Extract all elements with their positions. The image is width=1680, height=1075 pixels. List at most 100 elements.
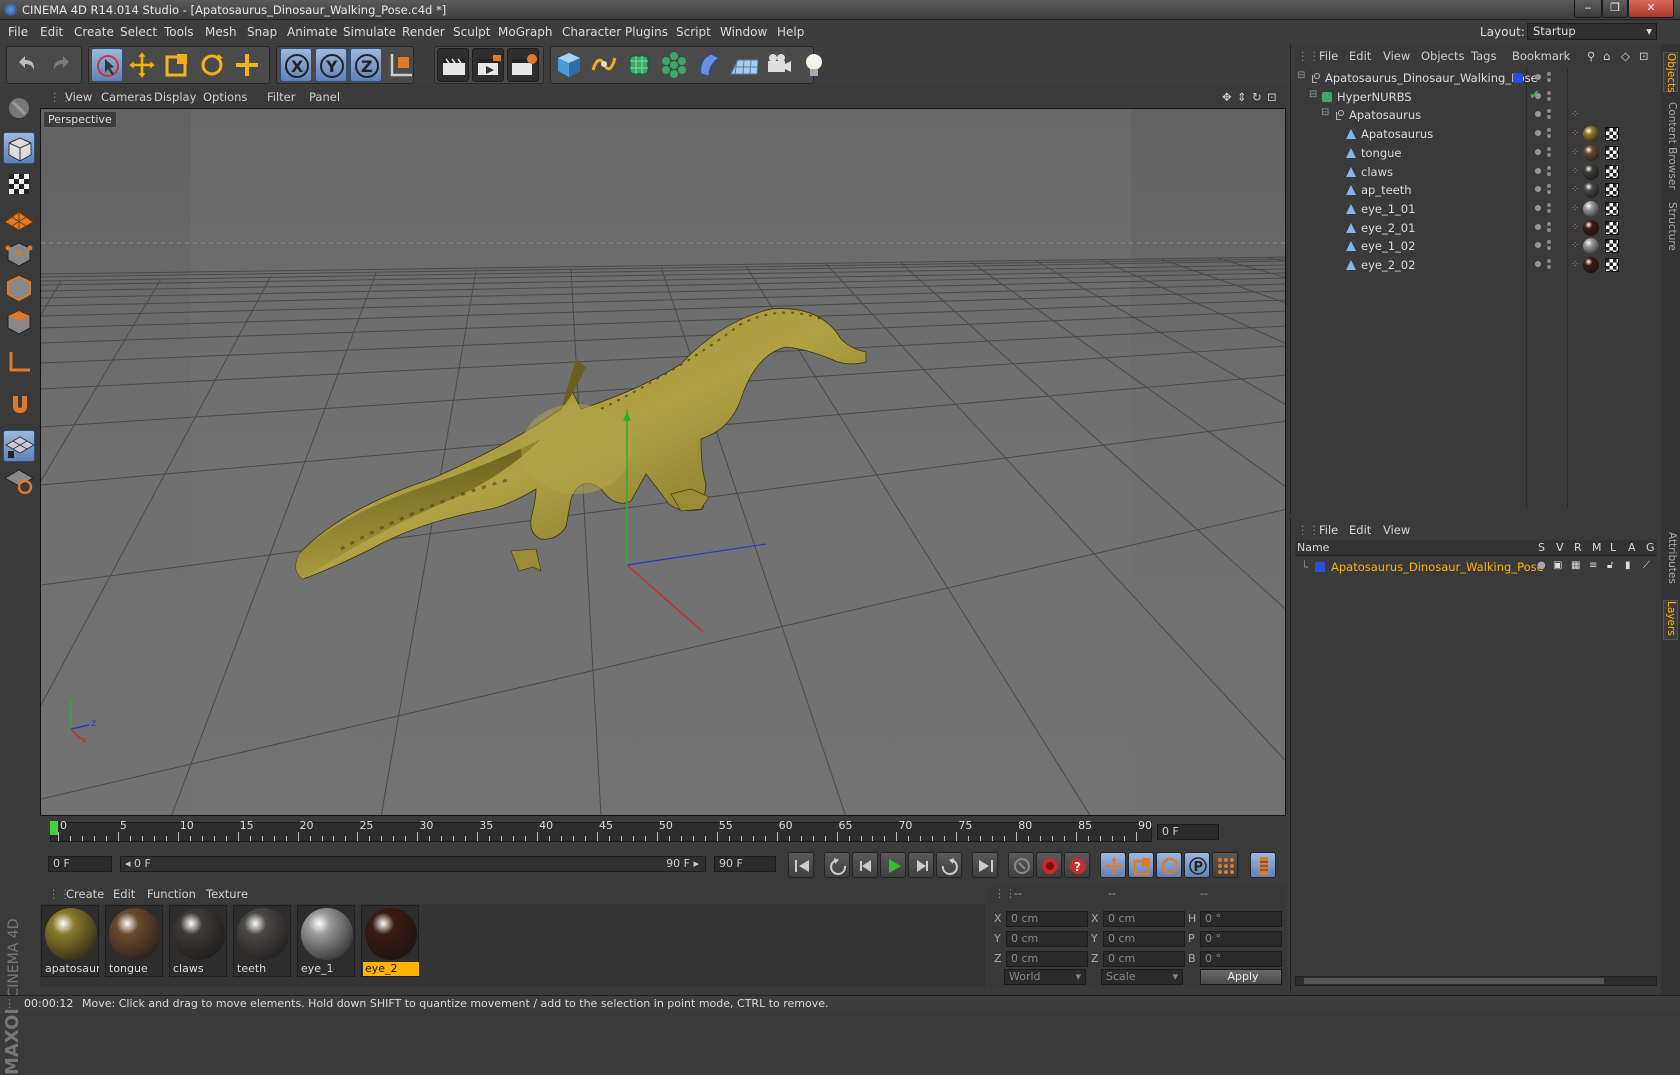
material-menu-texture[interactable]: Texture: [206, 887, 248, 901]
maximize-button[interactable]: ❐: [1602, 0, 1628, 18]
layout-dropdown[interactable]: Startup ▾: [1527, 23, 1657, 40]
phong-tag-icon[interactable]: ⁘: [1571, 166, 1579, 177]
uvw-tag-icon[interactable]: [1605, 183, 1619, 198]
key-position-icon[interactable]: [1100, 852, 1126, 878]
y-axis-icon[interactable]: Y: [315, 48, 347, 82]
om-menu-view[interactable]: View: [1383, 49, 1410, 63]
layer-manager-icon[interactable]: ≡: [1589, 560, 1597, 571]
previous-frame-icon[interactable]: [852, 852, 878, 878]
redo-icon[interactable]: [46, 48, 78, 82]
menu-edit[interactable]: Edit: [40, 25, 63, 39]
size-mode-dropdown[interactable]: Scale ▾: [1101, 969, 1183, 985]
visibility-dots-icon[interactable]: [1535, 184, 1559, 196]
object-row[interactable]: eye_1_01 ⁘: [1291, 199, 1661, 219]
move-icon[interactable]: [126, 48, 158, 82]
coord-pos-y-field[interactable]: 0 cm: [1006, 931, 1088, 947]
menu-file[interactable]: File: [8, 25, 28, 39]
coord-size-y-field[interactable]: 0 cm: [1103, 931, 1185, 947]
material-menu-edit[interactable]: Edit: [113, 887, 135, 901]
object-name[interactable]: HyperNURBS: [1337, 90, 1412, 104]
live-selection-icon[interactable]: [91, 48, 123, 82]
layer-lock-icon[interactable]: 🔓︎: [1607, 560, 1613, 571]
layer-horizontal-scrollbar[interactable]: [1295, 976, 1657, 986]
object-row[interactable]: Apatosaurus ⁘: [1291, 124, 1661, 144]
coordinate-mode-dropdown[interactable]: World ▾: [1004, 969, 1086, 985]
visibility-dots-icon[interactable]: [1535, 146, 1559, 159]
phong-tag-icon[interactable]: ⁘: [1571, 203, 1579, 214]
z-axis-icon[interactable]: Z: [350, 48, 382, 82]
material-swatch[interactable]: teeth: [233, 905, 291, 977]
layer-render-icon[interactable]: ▦: [1571, 560, 1580, 571]
timeline-ruler[interactable]: 0 5 10 15 20 25 30 35 40 45 50 55 60 65 70 75 80 85 90 0 F: [40, 818, 1286, 846]
autokeying-icon[interactable]: [1036, 852, 1062, 878]
tab-structure[interactable]: Structure: [1663, 202, 1678, 258]
object-name[interactable]: eye_1_02: [1361, 239, 1415, 253]
visibility-dots-icon[interactable]: [1535, 109, 1559, 121]
cube-primitive-icon[interactable]: [553, 48, 585, 82]
object-name[interactable]: Apatosaurus: [1361, 127, 1433, 141]
model-mode-icon[interactable]: [3, 132, 35, 164]
rotate-icon[interactable]: [196, 48, 228, 82]
menu-select[interactable]: Select: [120, 25, 157, 39]
back-icon[interactable]: ◇: [1621, 49, 1630, 63]
object-name[interactable]: claws: [1361, 165, 1393, 179]
object-row[interactable]: ap_teeth ⁘: [1291, 180, 1661, 200]
om-menu-edit[interactable]: Edit: [1349, 49, 1371, 63]
tab-content-browser[interactable]: Content Browser: [1663, 102, 1678, 192]
timeline-playhead[interactable]: [50, 821, 58, 835]
layer-col-solo[interactable]: S: [1538, 541, 1545, 554]
menu-mograph[interactable]: MoGraph: [498, 25, 553, 39]
key-parameter-icon[interactable]: P: [1184, 852, 1210, 878]
apply-button[interactable]: Apply: [1200, 969, 1282, 985]
texture-mode-icon[interactable]: [3, 168, 35, 200]
frame-range-slider[interactable]: ◂ 0 F 90 F ▸: [120, 856, 706, 872]
menu-character[interactable]: Character: [562, 25, 621, 39]
material-swatch[interactable]: tongue: [105, 905, 163, 977]
viewport-menu-view[interactable]: View: [65, 90, 92, 104]
object-row[interactable]: ⊟ HyperNURBS ✔: [1291, 87, 1661, 107]
nurbs-icon[interactable]: [623, 48, 655, 82]
object-row[interactable]: eye_2_02 ⁘: [1291, 255, 1661, 275]
lm-menu-edit[interactable]: Edit: [1349, 523, 1371, 537]
record-keyframes-icon[interactable]: [1008, 852, 1034, 878]
viewport-menu-cameras[interactable]: Cameras: [101, 90, 152, 104]
end-frame-field[interactable]: 90 F: [714, 856, 776, 872]
visibility-dots-icon[interactable]: [1535, 202, 1559, 215]
layer-color-swatch[interactable]: [1315, 562, 1325, 572]
keyframe-selection-icon[interactable]: ?: [1064, 852, 1090, 878]
render-settings-icon[interactable]: [507, 48, 539, 82]
uvw-tag-icon[interactable]: [1605, 164, 1619, 179]
texture-tag-icon[interactable]: [1583, 163, 1599, 180]
key-scale-icon[interactable]: [1128, 852, 1154, 878]
tab-objects[interactable]: Objects: [1663, 52, 1678, 93]
object-row[interactable]: claws ⁘: [1291, 162, 1661, 182]
object-row[interactable]: ⊟ L Apatosaurus_Dinosaur_Walking_Pose: [1291, 68, 1661, 88]
enable-snapping-icon[interactable]: [3, 430, 36, 462]
key-rotation-icon[interactable]: [1156, 852, 1182, 878]
phong-tag-icon[interactable]: ⁘: [1571, 128, 1579, 139]
layer-col-name[interactable]: Name: [1297, 541, 1329, 554]
menu-animate[interactable]: Animate: [287, 25, 337, 39]
texture-tag-icon[interactable]: [1583, 144, 1599, 161]
axis-mode-icon[interactable]: [3, 346, 35, 378]
viewport-rotate-icon[interactable]: ↻: [1252, 90, 1262, 104]
material-swatch[interactable]: claws: [169, 905, 227, 977]
edges-mode-icon[interactable]: [3, 272, 35, 304]
lm-menu-file[interactable]: File: [1319, 523, 1338, 537]
make-editable-icon[interactable]: [3, 92, 35, 124]
render-view-icon[interactable]: [437, 48, 469, 82]
texture-tag-icon[interactable]: [1583, 219, 1599, 236]
coord-rot-b-field[interactable]: 0 °: [1200, 951, 1282, 967]
tree-expander-icon[interactable]: ⊟: [1297, 70, 1305, 81]
lm-menu-view[interactable]: View: [1383, 523, 1410, 537]
material-menu-create[interactable]: Create: [66, 887, 104, 901]
layer-col-generators[interactable]: G: [1646, 541, 1655, 554]
viewport-scroll-icon[interactable]: ⇕: [1237, 90, 1247, 104]
layer-solo-icon[interactable]: ●: [1537, 560, 1546, 571]
menu-script[interactable]: Script: [676, 25, 711, 39]
floor-icon[interactable]: [728, 48, 760, 82]
x-axis-icon[interactable]: X: [280, 48, 312, 82]
workplane-icon[interactable]: [3, 202, 35, 234]
tweak-magnet-icon[interactable]: [3, 388, 35, 420]
layer-col-manager[interactable]: M: [1592, 541, 1602, 554]
